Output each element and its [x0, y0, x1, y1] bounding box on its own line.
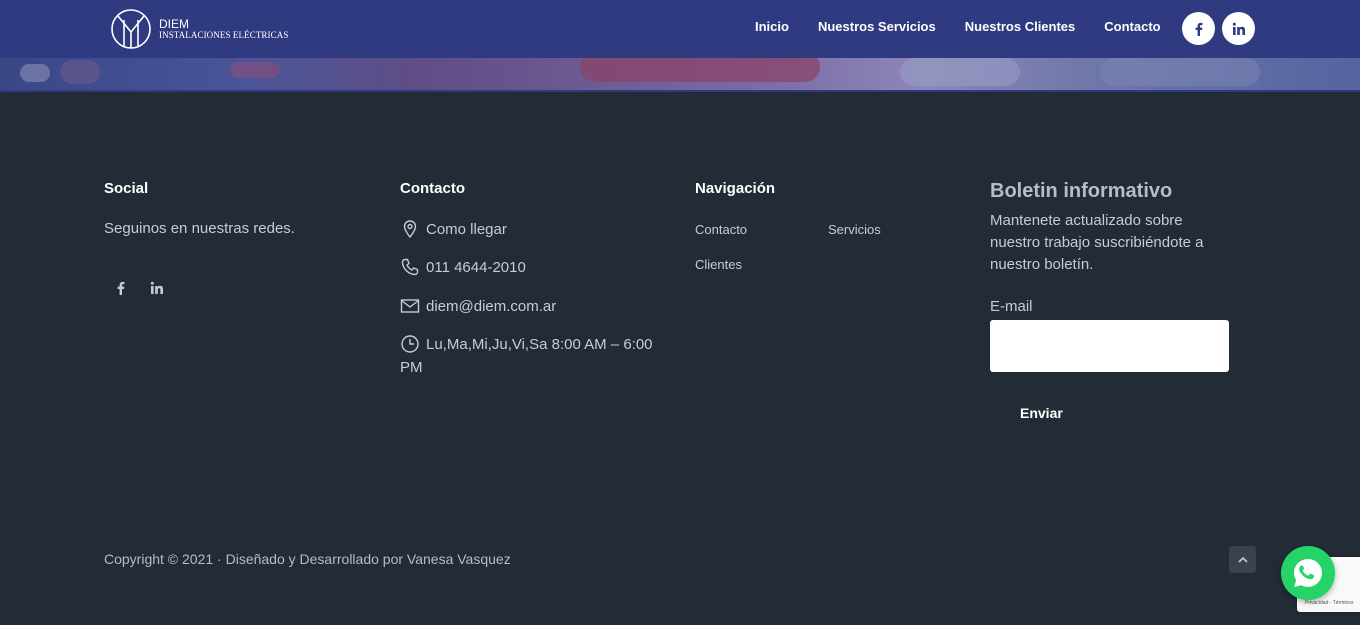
footer-link-clientes[interactable]: Clientes: [695, 257, 742, 272]
contact-email[interactable]: diem@diem.com.ar: [400, 295, 556, 318]
phone-icon: [401, 258, 419, 276]
contact-heading: Contacto: [400, 180, 465, 197]
contact-hours: Lu,Ma,Mi,Ju,Vi,Sa 8:00 AM – 6:00 PM: [400, 333, 653, 379]
hero-image-strip: [0, 58, 1360, 91]
logo-name: DIEM: [159, 16, 189, 31]
contact-hours-line1: Lu,Ma,Mi,Ju,Vi,Sa 8:00 AM – 6:00: [426, 336, 653, 353]
logo-text: DIEM INSTALACIONES ELÉCTRICAS: [159, 18, 288, 40]
social-text: Seguinos en nuestras redes.: [104, 220, 295, 237]
social-heading: Social: [104, 180, 149, 197]
main-nav: Inicio Nuestros Servicios Nuestros Clien…: [755, 19, 1190, 34]
logo-subtitle: INSTALACIONES ELÉCTRICAS: [159, 29, 289, 40]
mail-icon: [400, 299, 420, 313]
footer-navigation-column: Navigación Contacto Servicios Clientes: [695, 180, 955, 272]
nav-item-contacto[interactable]: Contacto: [1104, 19, 1160, 34]
footer-contact-column: Contacto Como llegar 011 4644-2010 diem@…: [400, 180, 660, 376]
facebook-icon[interactable]: [1182, 12, 1215, 45]
facebook-icon[interactable]: [114, 281, 128, 299]
footer-link-servicios[interactable]: Servicios: [828, 222, 881, 237]
site-header: DIEM INSTALACIONES ELÉCTRICAS Inicio Nue…: [0, 0, 1360, 58]
logo[interactable]: DIEM INSTALACIONES ELÉCTRICAS: [110, 8, 288, 50]
header-social: [1182, 12, 1255, 45]
location-pin-icon: [403, 220, 417, 239]
recaptcha-text: Privacidad - Términos: [1305, 600, 1354, 606]
navigation-heading: Navigación: [695, 180, 776, 197]
contact-directions-label: Como llegar: [426, 221, 507, 238]
clock-icon: [401, 335, 419, 353]
contact-directions[interactable]: Como llegar: [400, 218, 507, 241]
contact-email-label: diem@diem.com.ar: [426, 298, 557, 315]
newsletter-heading: Boletin informativo: [990, 180, 1173, 202]
nav-item-servicios[interactable]: Nuestros Servicios: [818, 19, 936, 34]
newsletter-description: Mantenete actualizado sobre nuestro trab…: [990, 212, 1204, 273]
submit-button[interactable]: Enviar: [1020, 405, 1063, 421]
chevron-up-icon: [1237, 556, 1248, 563]
whatsapp-icon: [1294, 559, 1322, 587]
contact-phone[interactable]: 011 4644-2010: [400, 256, 526, 279]
header-divider: [0, 90, 1360, 92]
nav-item-inicio[interactable]: Inicio: [755, 19, 789, 34]
copyright-text: Copyright © 2021 · Diseñado y Desarrolla…: [104, 551, 511, 567]
email-field[interactable]: [990, 320, 1229, 372]
linkedin-icon[interactable]: [150, 281, 164, 299]
scroll-to-top-button[interactable]: [1229, 546, 1256, 573]
email-field-label: E-mail: [990, 298, 1033, 315]
nav-item-clientes[interactable]: Nuestros Clientes: [965, 19, 1076, 34]
contact-hours-line2: PM: [400, 359, 423, 376]
footer-social-column: Social Seguinos en nuestras redes.: [104, 180, 364, 295]
footer-social-icons: [114, 281, 164, 299]
whatsapp-button[interactable]: [1281, 546, 1335, 600]
contact-phone-label: 011 4644-2010: [426, 259, 526, 276]
logo-icon: [111, 9, 151, 49]
linkedin-icon[interactable]: [1222, 12, 1255, 45]
footer-link-contacto[interactable]: Contacto: [695, 222, 747, 237]
